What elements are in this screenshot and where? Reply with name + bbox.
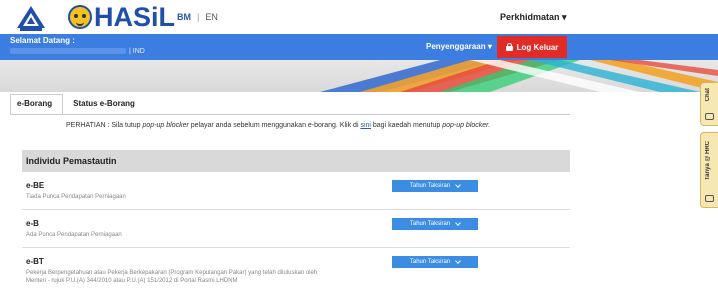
banner-stripes [320,60,718,92]
language-switcher: BM | EN [177,12,218,22]
notice-here-link[interactable]: sini [360,122,371,129]
assessment-year-label: Tahun Taksiran [409,183,451,189]
user-type: | IND [129,48,145,55]
resident-individual-section: Individu Pemastautin e-BE Tiada Punca Pe… [22,150,570,306]
redacted-username [10,48,126,55]
form-row-e-be: e-BE Tiada Punca Pendapatan Perniagaan T… [22,172,570,210]
form-row-e-b: e-B Ada Punca Pendapatan Perniagaan Tahu… [22,210,570,248]
notice-middle2: bagi kaedah menutup [370,122,443,129]
tab-status-e-borang[interactable]: Status e-Borang [63,95,145,114]
form-description: Tiada Punca Pendapatan Perniagaan [26,194,126,200]
chevron-down-icon [455,220,461,226]
top-header: HASiL BM | EN Perkhidmatan ▾ [0,0,718,34]
tab-bar: e-Borang Status e-Borang [10,92,145,114]
assessment-year-label: Tahun Taksiran [409,221,451,227]
help-icon [705,195,714,202]
lhdn-logo[interactable] [14,4,48,32]
maintenance-menu[interactable]: Penyenggaraan ▾ [426,42,492,51]
notice-popup-term-2: pop-up blocker. [442,122,491,129]
chevron-down-icon [455,182,461,188]
hasil-logo[interactable]: HASiL [68,2,175,32]
main-panel: e-Borang Status e-Borang PERHATIAN : Sil… [10,92,570,306]
lang-bm-link[interactable]: BM [177,12,191,22]
caret-down-icon: ▾ [562,12,567,22]
assessment-year-button[interactable]: Tahun Taksiran [392,218,478,230]
popup-notice: PERHATIAN : Sila tutup pop-up blocker pe… [10,114,570,134]
hasil-mascot-icon [68,5,92,29]
notice-middle: pelayar anda sebelum menggunakan e-boran… [188,122,361,129]
lock-icon [505,43,513,51]
assessment-year-button[interactable]: Tahun Taksiran [392,256,478,268]
notice-prefix: PERHATIAN : Sila tutup [66,122,143,129]
form-code: e-B [26,219,39,228]
assessment-year-label: Tahun Taksiran [409,259,451,265]
welcome-label: Selamat Datang : [10,36,75,45]
form-description: Ada Punca Pendapatan Perniagaan [26,232,122,238]
form-code: e-BE [26,181,45,190]
lang-separator: | [197,12,200,22]
form-code: e-BT [26,257,44,266]
form-row-e-bt: e-BT Pekerja Berpengetahuan atau Pekerja… [22,248,570,304]
chat-widget[interactable]: Chat [700,82,718,126]
chat-icon [705,113,714,120]
ask-hrc-label: Tanya @ HRC [705,141,711,181]
nav-bar: Selamat Datang : | IND Penyenggaraan ▾ L… [0,34,718,60]
tab-e-borang[interactable]: e-Borang [10,94,64,114]
logout-label: Log Keluar [516,42,559,52]
logout-button[interactable]: Log Keluar [497,36,567,58]
ask-hrc-widget[interactable]: Tanya @ HRC [700,132,718,208]
hasil-brand-text: HASiL [94,1,175,32]
services-menu-label: Perkhidmatan [500,12,560,22]
caret-down-icon: ▾ [487,42,492,51]
user-info: | IND [10,47,145,57]
lang-en-link[interactable]: EN [205,12,218,22]
assessment-year-button[interactable]: Tahun Taksiran [392,180,478,192]
chat-label: Chat [705,88,711,102]
section-title: Individu Pemastautin [22,150,570,172]
decorative-banner [0,60,718,92]
maintenance-menu-label: Penyenggaraan [426,42,486,51]
form-description: Pekerja Berpengetahuan atau Pekerja Berk… [26,270,318,284]
notice-popup-term: pop-up blocker [142,122,189,129]
chevron-down-icon [455,258,461,264]
services-menu[interactable]: Perkhidmatan ▾ [500,12,567,23]
